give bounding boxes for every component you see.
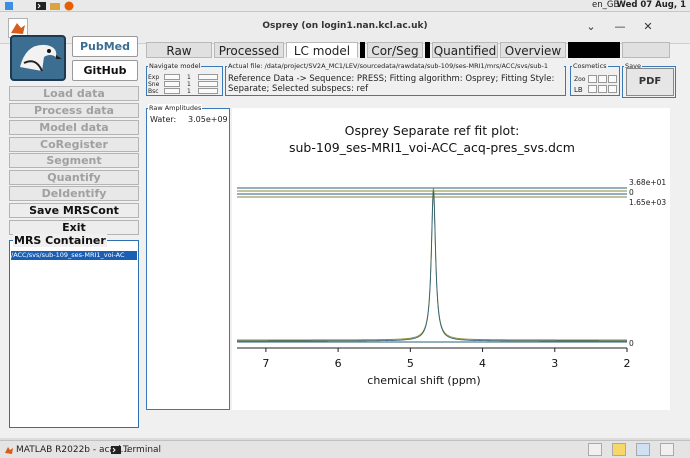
spectrum-fit-line bbox=[237, 187, 627, 341]
zoom-reset-button[interactable] bbox=[608, 75, 617, 83]
pdf-icon-label: PDF bbox=[638, 76, 662, 87]
mrs-container-item[interactable]: /ACC/svs/sub-109_ses-MRI1_voi-AC bbox=[11, 251, 137, 260]
nav-bsc-slider[interactable] bbox=[164, 88, 180, 94]
taskbar-terminal-label: Terminal bbox=[123, 445, 162, 455]
save-mrscont-button[interactable]: Save MRSCont bbox=[9, 203, 139, 218]
github-button[interactable]: GitHub bbox=[72, 60, 138, 81]
right-scale-label-zero: 0 bbox=[629, 188, 634, 197]
water-amplitude-value: 3.05e+09 bbox=[188, 115, 228, 124]
mrs-container-list[interactable] bbox=[9, 240, 139, 428]
process-data-button[interactable]: Process data bbox=[9, 103, 139, 118]
terminal-icon[interactable] bbox=[36, 1, 46, 11]
close-icon[interactable]: ✕ bbox=[640, 20, 656, 33]
matlab-icon bbox=[5, 447, 13, 454]
x-axis-label: chemical shift (ppm) bbox=[367, 374, 480, 387]
nav-row-value: 1 bbox=[187, 74, 191, 81]
save-pdf-button[interactable]: PDF bbox=[626, 68, 674, 96]
x-tick-label: 5 bbox=[407, 357, 414, 370]
minimize-icon[interactable]: — bbox=[612, 20, 628, 33]
tab-lc-model[interactable]: LC model bbox=[286, 42, 358, 58]
cosmetics-label: Cosmetics bbox=[572, 62, 608, 70]
nav-exp-slider[interactable] bbox=[164, 74, 180, 80]
fit-plot-area: Osprey Separate ref fit plot: sub-109_se… bbox=[232, 108, 670, 410]
tray-weather-icon[interactable] bbox=[612, 443, 626, 456]
x-tick-label: 6 bbox=[335, 357, 342, 370]
nav-row-label: Exp bbox=[148, 74, 160, 81]
coregister-button[interactable]: CoRegister bbox=[9, 137, 139, 152]
app-menu-icon[interactable] bbox=[4, 1, 14, 11]
restore-icon[interactable]: ⌄ bbox=[583, 20, 599, 33]
lb-decrease-button[interactable] bbox=[588, 85, 597, 93]
plot-title-line1: Osprey Separate ref fit plot: bbox=[345, 123, 520, 138]
lb-reset-button[interactable] bbox=[608, 85, 617, 93]
osprey-logo bbox=[10, 35, 66, 81]
segment-button[interactable]: Segment bbox=[9, 153, 139, 168]
nav-exp-slider-right[interactable] bbox=[198, 74, 218, 80]
file-info-line: Separate; Selected subspecs: ref bbox=[228, 84, 369, 94]
nav-row-value: 1 bbox=[187, 81, 191, 88]
zoom-increase-button[interactable] bbox=[598, 75, 607, 83]
x-tick-label: 3 bbox=[551, 357, 558, 370]
plot-title-line2: sub-109_ses-MRI1_voi-ACC_acq-pres_svs.dc… bbox=[289, 140, 575, 155]
taskbar-terminal[interactable]: Terminal bbox=[109, 443, 169, 457]
file-info-text: Reference Data -> Sequence: PRESS; Fitti… bbox=[228, 74, 565, 94]
nav-row-value: 1 bbox=[187, 88, 191, 95]
nav-sne-slider-right[interactable] bbox=[198, 81, 218, 87]
x-tick-label: 7 bbox=[262, 357, 269, 370]
lb-increase-button[interactable] bbox=[598, 85, 607, 93]
tab-processed[interactable]: Processed bbox=[214, 42, 284, 58]
spectrum-data-line bbox=[237, 190, 627, 342]
taskbar: MATLAB R2022b - acad... Terminal bbox=[0, 440, 690, 458]
actual-file-label: Actual file: /data/project/SV2A_MC1/LEV/… bbox=[227, 62, 564, 70]
tray-volume-icon[interactable] bbox=[660, 443, 674, 456]
nav-bsc-slider-right[interactable] bbox=[198, 88, 218, 94]
right-scale-label-top: 3.68e+01 bbox=[629, 178, 666, 187]
zoom-label: Zoo bbox=[574, 76, 586, 83]
fit-plot-svg: Osprey Separate ref fit plot: sub-109_se… bbox=[237, 123, 666, 387]
keyboard-locale[interactable]: en_GB bbox=[592, 0, 619, 10]
tab-overview[interactable]: Overview bbox=[500, 42, 566, 58]
lb-label: LB bbox=[574, 86, 583, 94]
tray-app-icon[interactable] bbox=[588, 443, 602, 456]
water-label: Water: bbox=[150, 115, 177, 124]
quantify-button[interactable]: Quantify bbox=[9, 170, 139, 185]
folder-icon[interactable] bbox=[50, 1, 60, 11]
terminal-icon bbox=[111, 446, 121, 454]
tab-raw[interactable]: Raw bbox=[146, 42, 212, 58]
taskbar-matlab[interactable]: MATLAB R2022b - acad... bbox=[2, 443, 129, 457]
navigate-model-label: Navigate model bbox=[148, 62, 202, 70]
deidentify-button[interactable]: DeIdentify bbox=[9, 186, 139, 201]
nav-row-label: Sne bbox=[148, 81, 160, 88]
nav-row-label: Bsc bbox=[148, 88, 159, 95]
tab-blank[interactable] bbox=[622, 42, 670, 58]
pubmed-button[interactable]: PubMed bbox=[72, 36, 138, 57]
x-tick-label: 4 bbox=[479, 357, 486, 370]
tab-separator bbox=[425, 42, 430, 58]
raw-amplitudes-label: Raw Amplitudes bbox=[148, 104, 203, 112]
mrs-container-title: MRS Container bbox=[13, 234, 107, 247]
zoom-decrease-button[interactable] bbox=[588, 75, 597, 83]
model-data-button[interactable]: Model data bbox=[9, 120, 139, 135]
tab-corseg[interactable]: Cor/Seg bbox=[367, 42, 423, 58]
tab-quantified[interactable]: Quantified bbox=[432, 42, 498, 58]
tab-separator bbox=[360, 42, 365, 58]
load-data-button[interactable]: Load data bbox=[9, 86, 139, 101]
tray-network-icon[interactable] bbox=[636, 443, 650, 456]
right-scale-label-bottom: 1.65e+03 bbox=[629, 198, 666, 207]
exit-button[interactable]: Exit bbox=[9, 220, 139, 235]
file-info-line: Reference Data -> Sequence: PRESS; Fitti… bbox=[228, 74, 555, 84]
system-top-bar: en_GB Wed 07 Aug, 1 bbox=[0, 0, 690, 12]
tab-hidden bbox=[568, 42, 620, 58]
raw-amplitudes-panel bbox=[146, 108, 230, 410]
x-tick-label: 2 bbox=[624, 357, 631, 370]
firefox-icon[interactable] bbox=[64, 1, 74, 11]
right-baseline-label: 0 bbox=[629, 339, 634, 348]
nav-sne-slider[interactable] bbox=[164, 81, 180, 87]
clock[interactable]: Wed 07 Aug, 1 bbox=[617, 0, 687, 10]
